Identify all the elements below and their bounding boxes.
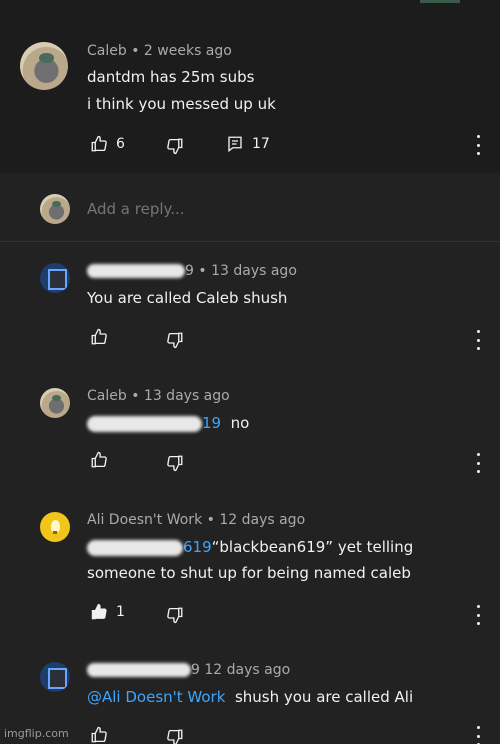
dislike-icon bbox=[167, 138, 183, 155]
avatar[interactable] bbox=[40, 662, 70, 692]
author-name[interactable]: Caleb bbox=[87, 43, 127, 59]
avatar bbox=[40, 194, 70, 224]
redacted-username bbox=[87, 264, 185, 278]
like-icon bbox=[91, 135, 107, 152]
mention-link[interactable]: 19 bbox=[202, 414, 221, 432]
author-name[interactable]: Caleb bbox=[87, 388, 127, 404]
timestamp: 13 days ago bbox=[211, 263, 297, 279]
separator: • bbox=[198, 263, 207, 279]
more-icon[interactable] bbox=[472, 605, 484, 625]
reply-text: “blackbean619” yet telling bbox=[211, 538, 414, 556]
like-icon bbox=[91, 604, 107, 620]
top-strip bbox=[0, 0, 500, 30]
dislike-icon bbox=[167, 332, 183, 349]
parent-comment: Caleb • 2 weeks ago dantdm has 25m subs … bbox=[0, 30, 500, 173]
comment-meta: Ali Doesn't Work • 12 days ago bbox=[87, 512, 305, 528]
like-count: 6 bbox=[116, 136, 125, 152]
more-icon[interactable] bbox=[472, 453, 484, 473]
timestamp: 12 days ago bbox=[219, 512, 306, 528]
redacted-mention bbox=[87, 539, 183, 556]
like-icon bbox=[91, 328, 107, 345]
more-icon[interactable] bbox=[472, 135, 484, 155]
timestamp: 13 days ago bbox=[143, 388, 230, 404]
reply-count: 17 bbox=[252, 136, 270, 152]
watermark: imgflip.com bbox=[4, 727, 69, 740]
like-button[interactable]: 1 bbox=[90, 603, 125, 621]
comment-line: i think you messed up uk bbox=[87, 95, 276, 113]
author-name[interactable]: 9 bbox=[191, 662, 200, 678]
like-button[interactable]: 6 bbox=[90, 135, 125, 153]
comment-text: 619“blackbean619” yet telling bbox=[87, 538, 413, 556]
dislike-button[interactable] bbox=[166, 454, 184, 472]
dislike-button[interactable] bbox=[166, 728, 184, 744]
like-button[interactable] bbox=[90, 451, 108, 469]
dislike-icon bbox=[167, 455, 183, 472]
comment-line: dantdm has 25m subs bbox=[87, 68, 255, 86]
avatar[interactable] bbox=[20, 42, 68, 90]
avatar[interactable] bbox=[40, 263, 70, 293]
comment-text: 19 no bbox=[87, 414, 249, 432]
dislike-button[interactable] bbox=[166, 331, 184, 349]
dislike-icon bbox=[167, 729, 183, 744]
divider bbox=[0, 241, 500, 242]
reply-text: no bbox=[230, 414, 250, 432]
like-button[interactable] bbox=[90, 726, 108, 744]
like-button[interactable] bbox=[90, 328, 108, 346]
like-icon bbox=[91, 451, 107, 468]
reply-text: shush you are called Ali bbox=[234, 688, 414, 706]
more-icon[interactable] bbox=[472, 726, 484, 744]
comment-meta: Caleb • 2 weeks ago bbox=[87, 43, 232, 59]
video-thumbnail-edge bbox=[420, 0, 460, 3]
mention-link[interactable]: 619 bbox=[183, 538, 212, 556]
separator: • bbox=[131, 43, 140, 59]
mention-link[interactable]: @Ali Doesn't Work bbox=[87, 688, 225, 706]
replies-icon bbox=[228, 136, 242, 153]
timestamp: 12 days ago bbox=[204, 662, 291, 678]
avatar[interactable] bbox=[40, 512, 70, 542]
separator: • bbox=[131, 388, 140, 404]
separator: • bbox=[206, 512, 215, 528]
timestamp: 2 weeks ago bbox=[143, 43, 232, 59]
replies-button[interactable]: 17 bbox=[226, 135, 270, 153]
comment-meta: 9 12 days ago bbox=[87, 662, 290, 678]
author-name[interactable]: 9 bbox=[185, 263, 194, 279]
reply-input[interactable] bbox=[87, 200, 467, 218]
avatar[interactable] bbox=[40, 388, 70, 418]
comment-text: You are called Caleb shush bbox=[87, 289, 288, 307]
redacted-username bbox=[87, 663, 191, 677]
more-icon[interactable] bbox=[472, 330, 484, 350]
like-icon bbox=[91, 726, 107, 743]
author-name[interactable]: Ali Doesn't Work bbox=[87, 512, 202, 528]
dislike-button[interactable] bbox=[166, 606, 184, 624]
comment-text: someone to shut up for being named caleb bbox=[87, 564, 411, 582]
redacted-mention bbox=[87, 415, 202, 432]
comment-meta: 9 • 13 days ago bbox=[87, 263, 297, 279]
comment-text: @Ali Doesn't Work shush you are called A… bbox=[87, 688, 413, 706]
like-count: 1 bbox=[116, 604, 125, 620]
dislike-icon bbox=[167, 607, 183, 624]
dislike-button[interactable] bbox=[166, 137, 184, 155]
comment-meta: Caleb • 13 days ago bbox=[87, 388, 230, 404]
